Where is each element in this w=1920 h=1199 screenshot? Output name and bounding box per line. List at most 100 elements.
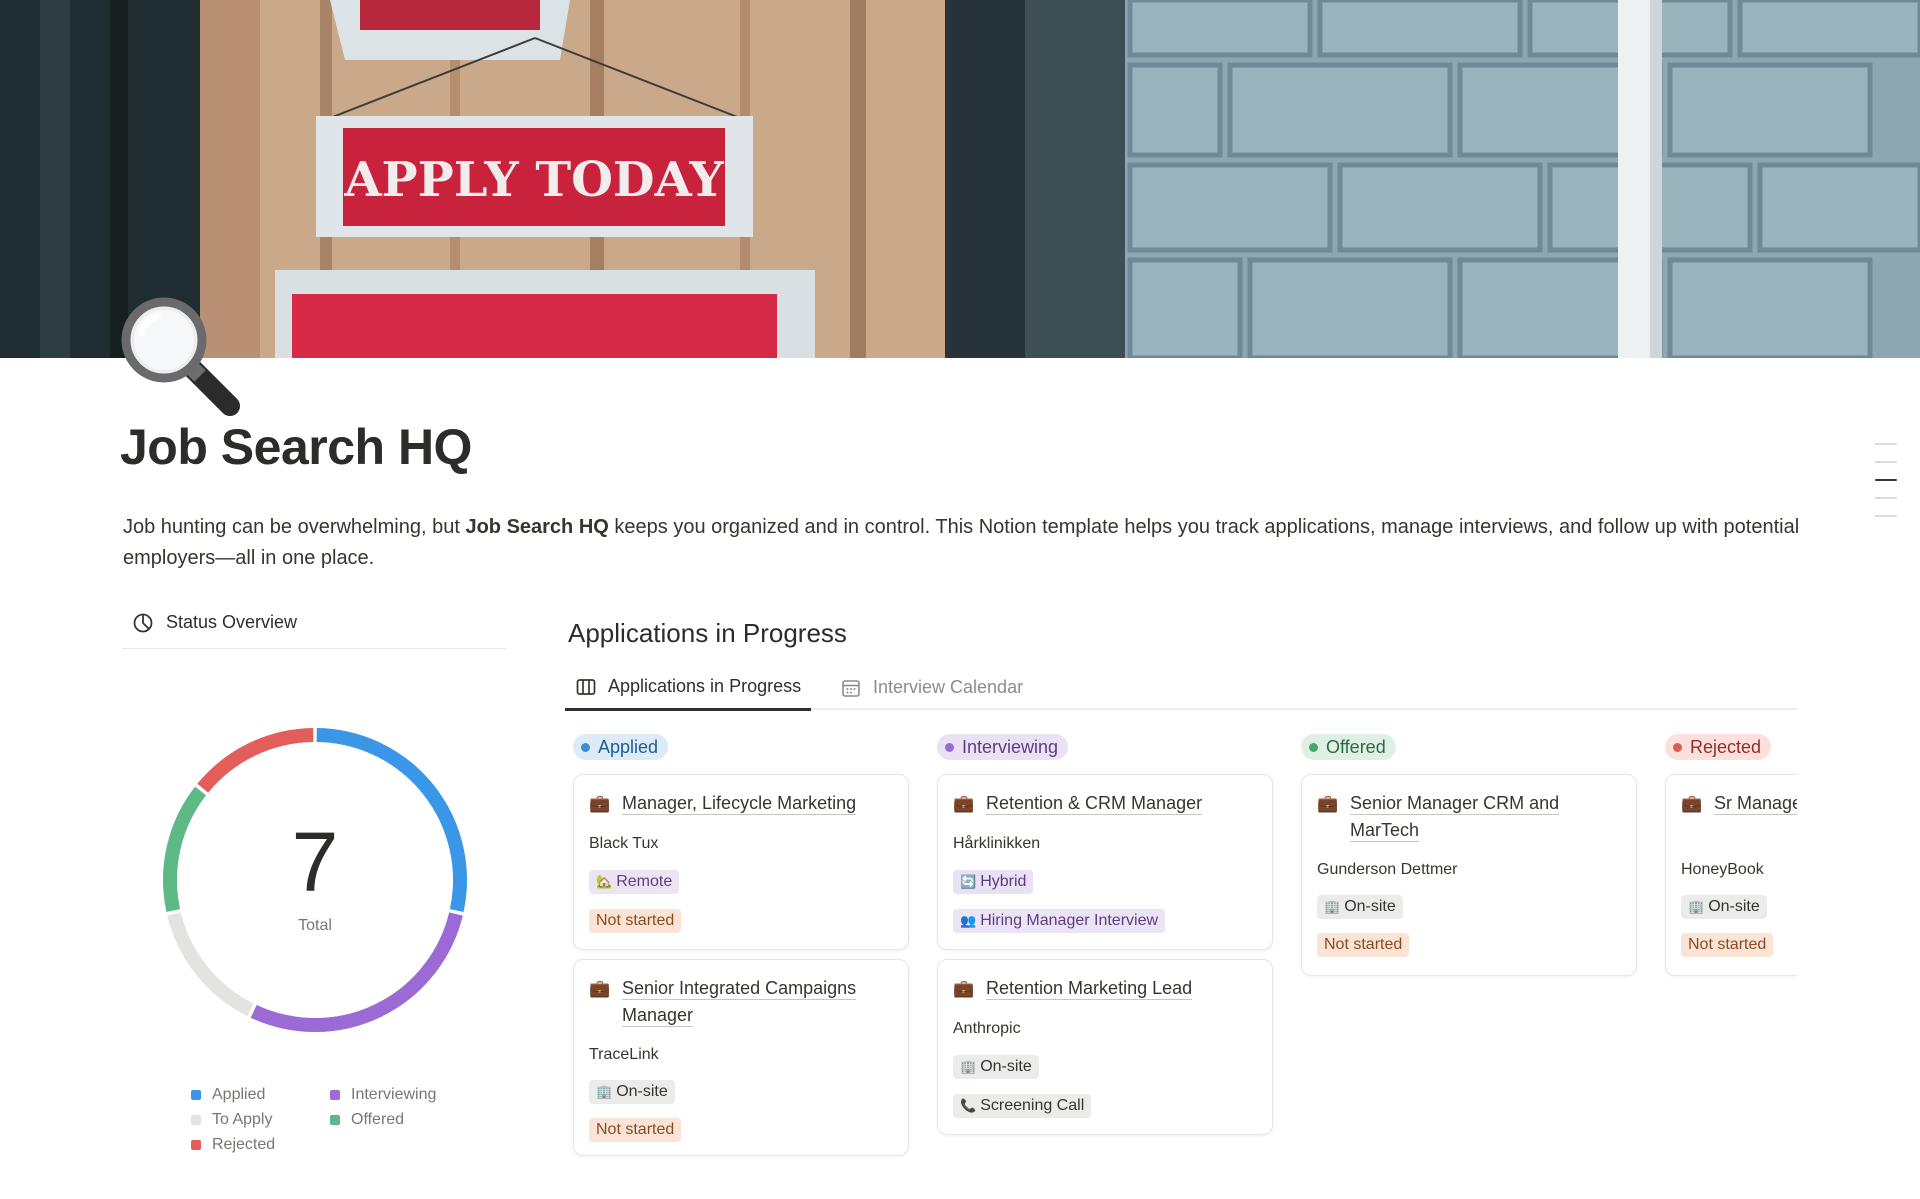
job-title-text: Retention Marketing Lead	[986, 978, 1193, 998]
legend-label: Rejected	[212, 1136, 276, 1153]
legend-swatch	[191, 1115, 201, 1125]
donut-total-value: 7	[291, 815, 339, 909]
briefcase-icon: 💼	[589, 979, 611, 998]
status-dot	[1673, 742, 1682, 752]
legend-label: Applied	[212, 1086, 266, 1103]
work-mode-label: On-site	[980, 1058, 1032, 1075]
legend-swatch	[330, 1115, 340, 1125]
job-card[interactable]: 💼 Retention & CRM Manager Hårklinikken 🔄 H…	[937, 774, 1273, 950]
company-name: Gunderson Dettmer	[1317, 861, 1458, 878]
tab-label: Interview Calendar	[873, 677, 1024, 697]
work-mode-tag: 🔄 Hybrid	[953, 870, 1034, 894]
intro-text-start: Job hunting can be overwhelming, but	[123, 516, 466, 538]
job-title-text: Manager, Lifecycle Marketing	[622, 793, 857, 813]
job-card[interactable]: 💼 Senior Integrated Campaigns Manager Tra…	[573, 959, 909, 1156]
work-mode-tag: 🏡 Remote	[589, 870, 680, 894]
column-header[interactable]: Offered	[1293, 727, 1629, 767]
work-mode-label: On-site	[1344, 898, 1396, 915]
stage-label: Hiring Manager Interview	[980, 912, 1159, 929]
toc-line-active[interactable]	[1875, 479, 1897, 481]
refresh-icon: 🔄	[960, 874, 977, 889]
work-mode-tag: 🏢 On-site	[1317, 895, 1403, 919]
briefcase-icon: 💼	[953, 794, 975, 813]
job-card-title[interactable]: 💼 Senior Manager CRM and MarTech	[1317, 790, 1627, 844]
tab-applications-in-progress[interactable]: Applications in Progress	[565, 665, 812, 711]
briefcase-icon: 💼	[1681, 794, 1703, 813]
job-card[interactable]: 💼 Senior Manager CRM and MarTech Gunderso…	[1301, 774, 1637, 976]
toc-line[interactable]	[1875, 497, 1897, 499]
work-mode-tag: 🏢 On-site	[953, 1055, 1039, 1079]
table-of-contents-marker[interactable]	[1875, 443, 1897, 533]
legend-item-to-apply[interactable]: To Apply	[191, 1111, 272, 1129]
toc-line[interactable]	[1875, 515, 1897, 517]
legend-label: Offered	[351, 1111, 405, 1128]
job-card-title[interactable]: 💼 Senior Integrated Campaigns Manager	[589, 975, 899, 1029]
office-building-icon: 🏢	[960, 1059, 977, 1074]
status-badge-offered[interactable]: Offered	[1301, 734, 1396, 760]
status-badge-applied[interactable]: Applied	[573, 734, 669, 760]
work-mode-label: On-site	[1708, 898, 1760, 915]
status-label: Applied	[598, 736, 659, 757]
status-dot	[1309, 742, 1318, 752]
job-title-text: Sr Manager, Marketing	[1714, 793, 1797, 813]
status-overview-label: Status Overview	[166, 612, 298, 632]
stage-tag: 📞 Screening Call	[953, 1094, 1092, 1118]
status-dot	[945, 742, 954, 752]
column-header[interactable]: Interviewing	[929, 727, 1265, 767]
stage-tag: Not started	[1681, 933, 1774, 957]
board-view-tabs: Applications in Progress Interview Calen…	[565, 665, 1797, 711]
column-rejected: Rejected 💼 Sr Manager, Marketing HoneyBoo…	[1657, 727, 1797, 976]
board-section-title: Applications in Progress	[568, 618, 847, 648]
toc-line[interactable]	[1875, 461, 1897, 463]
legend-item-interviewing[interactable]: Interviewing	[330, 1086, 436, 1104]
job-card[interactable]: 💼 Sr Manager, Marketing HoneyBook 🏢On-sit…	[1665, 774, 1797, 976]
office-building-icon: 🏢	[596, 1084, 613, 1099]
page-title[interactable]: Job Search HQ	[120, 418, 472, 476]
job-title-text: Senior Integrated Campaigns Manager	[622, 978, 857, 1025]
legend-item-offered[interactable]: Offered	[330, 1111, 404, 1129]
status-badge-interviewing[interactable]: Interviewing	[937, 734, 1069, 760]
status-overview-tab[interactable]: Status Overview	[122, 597, 506, 649]
intro-text-bold: Job Search HQ	[465, 516, 609, 538]
stage-label: Screening Call	[980, 1097, 1085, 1114]
legend-item-applied[interactable]: Applied	[191, 1086, 265, 1104]
office-building-icon: 🏢	[1688, 899, 1705, 914]
job-card[interactable]: 💼 Retention Marketing Lead Anthropic 🏢 On-…	[937, 959, 1273, 1135]
office-building-icon: 🏢	[1324, 899, 1341, 914]
stage-tag: Not started	[589, 909, 682, 933]
toc-line[interactable]	[1875, 443, 1897, 445]
legend-swatch	[330, 1090, 340, 1100]
tab-interview-calendar[interactable]: Interview Calendar	[840, 665, 1023, 710]
stage-tag: 👥 Hiring Manager Interview	[953, 909, 1166, 933]
status-label: Offered	[1326, 736, 1386, 757]
kanban-board: Applied 💼 Manager, Lifecycle Marketing Bl…	[565, 727, 1797, 1199]
job-card-title[interactable]: 💼 Retention Marketing Lead	[953, 975, 1263, 1002]
company-name: HoneyBook	[1681, 861, 1764, 878]
status-dot	[581, 742, 590, 752]
column-header[interactable]: Rejected	[1657, 727, 1797, 767]
legend-item-rejected[interactable]: Rejected	[191, 1136, 275, 1154]
company-name: Hårklinikken	[953, 835, 1041, 852]
briefcase-icon: 💼	[589, 794, 611, 813]
work-mode-tag: 🏢 On-site	[589, 1080, 675, 1104]
page-intro: Job hunting can be overwhelming, but Job…	[123, 512, 1813, 574]
magnifying-glass-icon[interactable]	[118, 294, 246, 422]
stage-tag: Not started	[589, 1118, 682, 1142]
job-card-title[interactable]: 💼 Manager, Lifecycle Marketing	[589, 790, 899, 817]
legend-label: To Apply	[212, 1111, 273, 1128]
legend-swatch	[191, 1140, 201, 1150]
job-card-title[interactable]: 💼 Retention & CRM Manager	[953, 790, 1263, 817]
donut-segment-rejected[interactable]	[197, 728, 314, 793]
work-mode-label: Remote	[616, 873, 673, 890]
pie-chart-icon	[133, 613, 153, 632]
status-label: Rejected	[1690, 736, 1762, 757]
phone-icon: 📞	[960, 1098, 977, 1113]
job-card-title[interactable]: 💼 Sr Manager, Marketing	[1681, 790, 1797, 817]
tab-label: Applications in Progress	[608, 676, 802, 696]
work-mode-label: Hybrid	[980, 873, 1027, 890]
column-header[interactable]: Applied	[565, 727, 901, 767]
status-badge-rejected[interactable]: Rejected	[1665, 734, 1772, 760]
job-title-text: Senior Manager CRM and MarTech	[1350, 793, 1560, 840]
company-name: Anthropic	[953, 1020, 1021, 1037]
job-card[interactable]: 💼 Manager, Lifecycle Marketing Black Tux …	[573, 774, 909, 950]
